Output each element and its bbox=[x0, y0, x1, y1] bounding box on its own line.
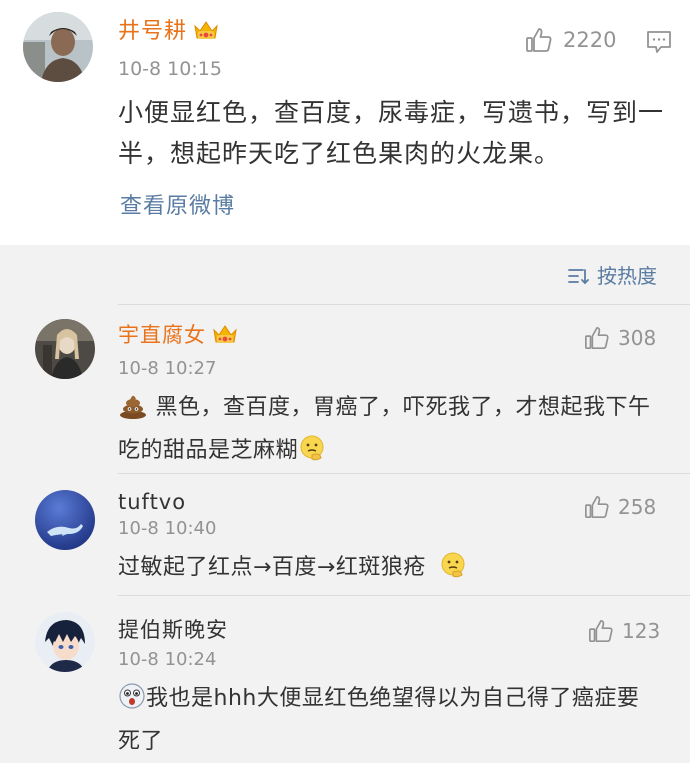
comment-username[interactable]: 宇直腐女 bbox=[118, 321, 238, 353]
comment-item: 提伯斯晚安 10-8 10:24 123 我也是hhh大便显红色绝望得以为自己得… bbox=[0, 596, 690, 763]
comment-text-content: 我也是hhh大便显红色绝望得以为自己得了癌症要死了 bbox=[118, 686, 640, 754]
weibo-comments-screen: 井号耕 10-8 10:15 2220 小便显红色，查百度，尿毒症，写遗书，写到… bbox=[0, 0, 690, 763]
comment-text-content: 黑色，查百度，胃癌了，吓死我了，才想起我下午吃的甜品是芝麻糊 bbox=[118, 395, 651, 463]
comment-text: 黑色，查百度，胃癌了，吓死我了，才想起我下午吃的甜品是芝麻糊 bbox=[118, 389, 663, 475]
sort-lines-icon bbox=[568, 269, 589, 285]
comment-item: tuftvo 10-8 10:40 258 过敏起了红点→百度→红斑狼疮 bbox=[0, 474, 690, 595]
comment-item: 宇直腐女 10-8 10:27 308 黑色，查百度，胃癌了，吓死我了，才想起我… bbox=[0, 305, 690, 473]
comment-bubble-icon[interactable] bbox=[645, 29, 673, 59]
crown-badge-icon bbox=[212, 322, 238, 353]
comment-username[interactable]: tuftvo bbox=[118, 488, 186, 516]
post-username[interactable]: 井号耕 bbox=[118, 17, 219, 51]
like-count: 308 bbox=[618, 326, 657, 350]
poop-emoji-icon bbox=[118, 391, 148, 432]
username-text[interactable]: 井号耕 bbox=[118, 19, 187, 44]
thinking-emoji-icon bbox=[439, 551, 467, 592]
thumbs-up-icon bbox=[584, 494, 610, 520]
main-post: 井号耕 10-8 10:15 2220 小便显红色，查百度，尿毒症，写遗书，写到… bbox=[0, 0, 690, 245]
like-button[interactable]: 123 bbox=[588, 618, 660, 644]
shocked-emoji-icon bbox=[118, 682, 146, 723]
post-text: 小便显红色，查百度，尿毒症，写遗书，写到一半，想起昨天吃了红色果肉的火龙果。 bbox=[118, 98, 665, 168]
avatar[interactable] bbox=[35, 612, 95, 672]
post-timestamp: 10-8 10:15 bbox=[118, 58, 222, 80]
like-button[interactable]: 258 bbox=[584, 494, 656, 520]
thinking-emoji-icon bbox=[298, 434, 326, 475]
like-count: 258 bbox=[618, 495, 657, 519]
avatar[interactable] bbox=[35, 490, 95, 550]
thumbs-up-icon bbox=[588, 618, 614, 644]
comment-text-content: 过敏起了红点→百度→红斑狼疮 bbox=[118, 555, 426, 580]
comment-username[interactable]: 提伯斯晚安 bbox=[118, 616, 228, 644]
comment-text: 过敏起了红点→百度→红斑狼疮 bbox=[118, 549, 678, 592]
sort-by-hot-button[interactable]: 按热度 bbox=[567, 262, 657, 290]
comment-text: 我也是hhh大便显红色绝望得以为自己得了癌症要死了 bbox=[118, 680, 648, 761]
comment-timestamp: 10-8 10:27 bbox=[118, 358, 217, 379]
like-count: 123 bbox=[622, 619, 661, 643]
avatar[interactable] bbox=[23, 12, 93, 82]
comment-timestamp: 10-8 10:24 bbox=[118, 649, 217, 670]
like-button[interactable]: 308 bbox=[584, 325, 656, 351]
like-count: 2220 bbox=[563, 28, 617, 52]
thumbs-up-icon bbox=[584, 325, 610, 351]
username-text[interactable]: 宇直腐女 bbox=[118, 323, 206, 347]
sort-label: 按热度 bbox=[597, 264, 657, 288]
view-original-link[interactable]: 查看原微博 bbox=[120, 192, 235, 222]
crown-badge-icon bbox=[193, 18, 219, 51]
comment-timestamp: 10-8 10:40 bbox=[118, 518, 217, 539]
like-button[interactable]: 2220 bbox=[525, 26, 616, 54]
avatar[interactable] bbox=[35, 319, 95, 379]
thumbs-up-icon bbox=[525, 26, 553, 54]
